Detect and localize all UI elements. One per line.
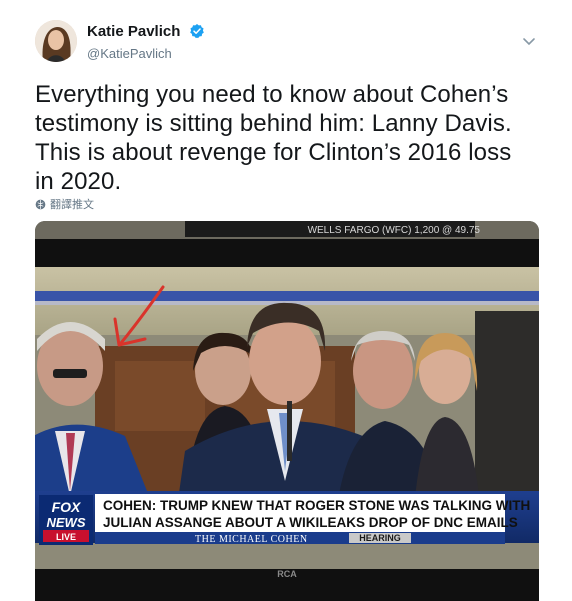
chyron-tag: HEARING xyxy=(359,533,401,543)
tv-brand: RCA xyxy=(277,569,297,579)
chyron-line-2: JULIAN ASSANGE ABOUT A WIKILEAKS DROP OF… xyxy=(103,515,518,530)
translate-tweet-link[interactable]: 翻譯推文 xyxy=(35,196,94,212)
tweet-text-line: This is about revenge for Clinton’s 2016… xyxy=(35,139,512,166)
tweet-text-line: in 2020. xyxy=(35,168,122,195)
tweet-photo[interactable]: WELLS FARGO (WFC) 1,200 @ 49.75 COHEN: T… xyxy=(35,221,539,601)
chyron-sub: THE MICHAEL COHEN xyxy=(195,534,308,545)
tv-screen-photo: WELLS FARGO (WFC) 1,200 @ 49.75 COHEN: T… xyxy=(35,221,539,601)
live-badge: LIVE xyxy=(56,532,76,542)
fox-logo-text: FOX xyxy=(52,499,82,515)
chyron-line-1: COHEN: TRUMP KNEW THAT ROGER STONE WAS T… xyxy=(103,498,530,513)
chevron-down-icon[interactable] xyxy=(521,36,537,48)
globe-icon xyxy=(35,199,46,209)
author-name-row[interactable]: Katie Pavlich xyxy=(87,23,205,40)
tweet-text-line: testimony is sitting behind him: Lanny D… xyxy=(35,110,512,137)
avatar[interactable] xyxy=(35,20,77,62)
translate-label[interactable]: 翻譯推文 xyxy=(50,196,94,212)
ticker-text: WELLS FARGO (WFC) 1,200 @ 49.75 xyxy=(308,225,481,236)
tweet-card: Katie Pavlich @KatiePavlich Everything y… xyxy=(0,0,572,601)
author-handle[interactable]: @KatiePavlich xyxy=(87,46,172,61)
verified-badge-icon xyxy=(189,24,204,39)
avatar-image xyxy=(35,20,77,62)
tweet-text-line: Everything you need to know about Cohen’… xyxy=(35,81,509,108)
author-name[interactable]: Katie Pavlich xyxy=(87,23,180,40)
tweet-text: Everything you need to know about Cohen’… xyxy=(35,80,545,196)
news-logo-text: NEWS xyxy=(47,515,86,530)
